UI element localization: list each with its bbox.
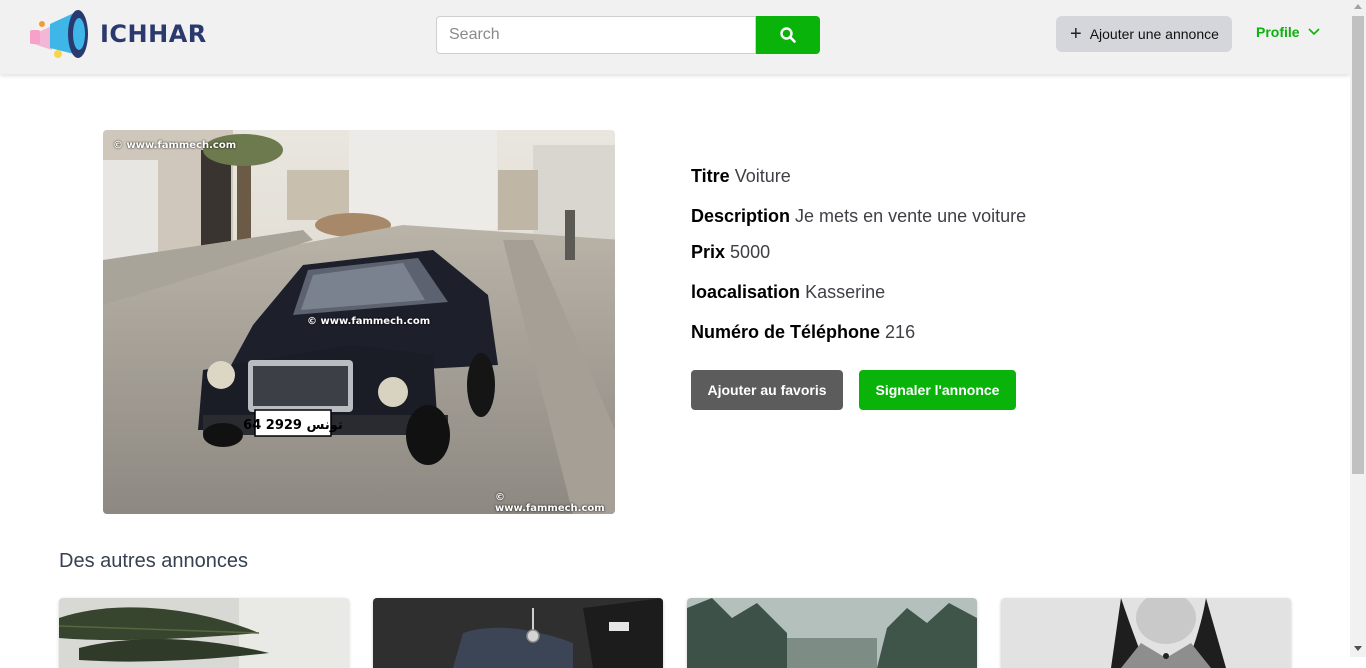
detail-value: 216 [885, 322, 916, 342]
other-ad-card[interactable] [373, 598, 663, 668]
logo-text: ICHHAR [100, 20, 207, 48]
search-icon [780, 27, 796, 43]
plus-icon: + [1070, 23, 1082, 45]
report-ad-button[interactable]: Signaler l'annonce [859, 370, 1016, 410]
megaphone-logo-icon [30, 10, 88, 58]
chevron-down-icon [1308, 28, 1320, 36]
scroll-up-arrow-icon[interactable] [1354, 4, 1362, 9]
photo-watermark: © www.fammech.com [307, 316, 431, 327]
detail-value: Je mets en vente une voiture [795, 206, 1027, 226]
detail-location: loacalisation Kasserine [691, 282, 885, 303]
detail-price: Prix 5000 [691, 242, 770, 263]
other-ads-title: Des autres annonces [59, 550, 249, 572]
photo-watermark: © www.fammech.com [113, 140, 237, 151]
detail-phone: Numéro de Téléphone 216 [691, 322, 915, 343]
navbar: ICHHAR + Ajouter une annonce Profile [0, 0, 1350, 74]
scrollbar-thumb[interactable] [1352, 16, 1364, 474]
detail-value: Voiture [734, 166, 791, 186]
logo[interactable]: ICHHAR [28, 6, 206, 62]
detail-label: Numéro de Téléphone [691, 322, 881, 342]
profile-label: Profile [1256, 24, 1300, 40]
add-ad-button[interactable]: + Ajouter une annonce [1056, 16, 1232, 52]
other-ad-card[interactable] [687, 598, 977, 668]
add-ad-label: Ajouter une annonce [1089, 26, 1219, 42]
license-plate-text: 64 تونس 2929 [243, 418, 343, 433]
search-input[interactable] [436, 16, 756, 54]
forest-photo [687, 598, 977, 668]
detail-label: loacalisation [691, 282, 801, 302]
photo-watermark: © www.fammech.com [495, 492, 605, 514]
ad-photo: 64 تونس 2929 © www.fammech.com © www.fam… [103, 130, 615, 514]
detail-label: Titre [691, 166, 730, 186]
other-ad-card[interactable] [59, 598, 349, 668]
woman-portrait-photo [1001, 598, 1291, 668]
scrollbar[interactable] [1350, 0, 1366, 657]
detail-title: Titre Voiture [691, 166, 791, 187]
add-to-favorites-button[interactable]: Ajouter au favoris [691, 370, 843, 410]
other-ad-card[interactable] [1001, 598, 1291, 668]
detail-label: Prix [691, 242, 726, 262]
profile-menu[interactable]: Profile [1256, 24, 1320, 40]
scroll-down-arrow-icon[interactable] [1354, 646, 1362, 651]
clothes-watch-photo [373, 598, 663, 668]
detail-value: Kasserine [805, 282, 886, 302]
detail-value: 5000 [730, 242, 771, 262]
leaves-photo [59, 598, 349, 668]
detail-label: Description [691, 206, 791, 226]
search-button[interactable] [756, 16, 820, 54]
detail-description: Description Je mets en vente une voiture [691, 206, 1026, 227]
